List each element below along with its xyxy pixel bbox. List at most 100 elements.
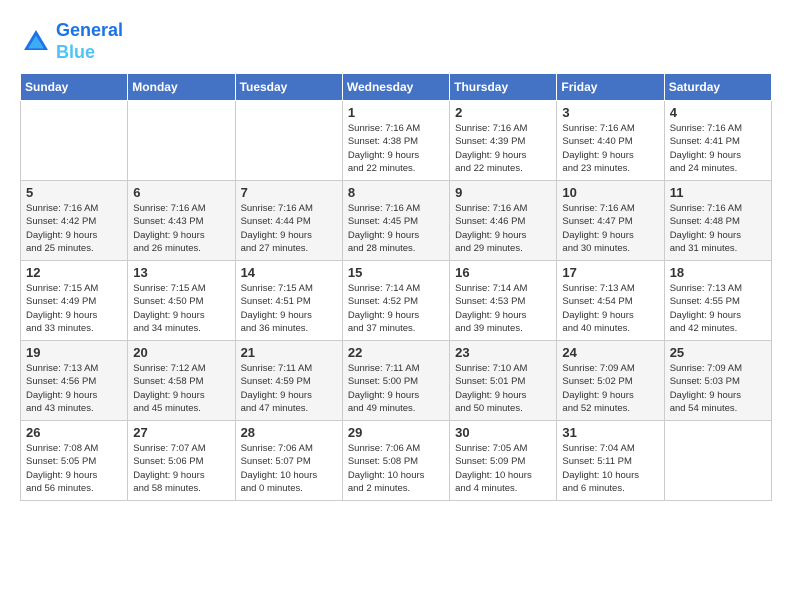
day-number: 31 — [562, 425, 658, 440]
calendar-cell: 11Sunrise: 7:16 AM Sunset: 4:48 PM Dayli… — [664, 181, 771, 261]
day-number: 2 — [455, 105, 551, 120]
day-info: Sunrise: 7:16 AM Sunset: 4:39 PM Dayligh… — [455, 122, 551, 175]
day-info: Sunrise: 7:16 AM Sunset: 4:42 PM Dayligh… — [26, 202, 122, 255]
day-number: 9 — [455, 185, 551, 200]
day-number: 6 — [133, 185, 229, 200]
calendar-cell — [21, 101, 128, 181]
calendar-cell — [128, 101, 235, 181]
column-header-thursday: Thursday — [450, 74, 557, 101]
calendar-cell: 16Sunrise: 7:14 AM Sunset: 4:53 PM Dayli… — [450, 261, 557, 341]
day-number: 24 — [562, 345, 658, 360]
day-info: Sunrise: 7:06 AM Sunset: 5:08 PM Dayligh… — [348, 442, 444, 495]
day-info: Sunrise: 7:13 AM Sunset: 4:54 PM Dayligh… — [562, 282, 658, 335]
calendar-cell: 9 Sunrise: 7:16 AM Sunset: 4:46 PM Daylig… — [450, 181, 557, 261]
calendar-cell: 29 Sunrise: 7:06 AM Sunset: 5:08 PM Dayli… — [342, 421, 449, 501]
page-header: General Blue — [20, 20, 772, 63]
calendar-cell: 22 Sunrise: 7:11 AM Sunset: 5:00 PM Dayli… — [342, 341, 449, 421]
day-number: 26 — [26, 425, 122, 440]
day-info: Sunrise: 7:16 AM Sunset: 4:48 PM Dayligh… — [670, 202, 766, 255]
logo-icon — [20, 26, 52, 58]
day-info: Sunrise: 7:04 AM Sunset: 5:11 PM Dayligh… — [562, 442, 658, 495]
column-header-sunday: Sunday — [21, 74, 128, 101]
day-number: 17 — [562, 265, 658, 280]
column-header-tuesday: Tuesday — [235, 74, 342, 101]
day-number: 30 — [455, 425, 551, 440]
day-number: 25 — [670, 345, 766, 360]
calendar-cell: 28 Sunrise: 7:06 AM Sunset: 5:07 PM Dayli… — [235, 421, 342, 501]
day-info: Sunrise: 7:15 AM Sunset: 4:51 PM Dayligh… — [241, 282, 337, 335]
day-number: 27 — [133, 425, 229, 440]
logo-text: General Blue — [56, 20, 123, 63]
calendar-cell: 17 Sunrise: 7:13 AM Sunset: 4:54 PM Dayli… — [557, 261, 664, 341]
day-info: Sunrise: 7:15 AM Sunset: 4:49 PM Dayligh… — [26, 282, 122, 335]
day-number: 13 — [133, 265, 229, 280]
day-number: 15 — [348, 265, 444, 280]
day-number: 23 — [455, 345, 551, 360]
calendar-cell: 20 Sunrise: 7:12 AM Sunset: 4:58 PM Dayli… — [128, 341, 235, 421]
calendar-cell: 18Sunrise: 7:13 AM Sunset: 4:55 PM Dayli… — [664, 261, 771, 341]
day-number: 8 — [348, 185, 444, 200]
calendar-cell: 1Sunrise: 7:16 AM Sunset: 4:38 PM Daylig… — [342, 101, 449, 181]
calendar-cell: 23 Sunrise: 7:10 AM Sunset: 5:01 PM Dayli… — [450, 341, 557, 421]
calendar-cell: 27Sunrise: 7:07 AM Sunset: 5:06 PM Dayli… — [128, 421, 235, 501]
day-info: Sunrise: 7:16 AM Sunset: 4:44 PM Dayligh… — [241, 202, 337, 255]
calendar-week-row: 19 Sunrise: 7:13 AM Sunset: 4:56 PM Dayli… — [21, 341, 772, 421]
calendar-cell — [664, 421, 771, 501]
day-info: Sunrise: 7:12 AM Sunset: 4:58 PM Dayligh… — [133, 362, 229, 415]
day-info: Sunrise: 7:09 AM Sunset: 5:02 PM Dayligh… — [562, 362, 658, 415]
day-info: Sunrise: 7:14 AM Sunset: 4:53 PM Dayligh… — [455, 282, 551, 335]
column-header-saturday: Saturday — [664, 74, 771, 101]
calendar-week-row: 5 Sunrise: 7:16 AM Sunset: 4:42 PM Daylig… — [21, 181, 772, 261]
calendar-cell: 6Sunrise: 7:16 AM Sunset: 4:43 PM Daylig… — [128, 181, 235, 261]
day-number: 19 — [26, 345, 122, 360]
calendar-header-row: SundayMondayTuesdayWednesdayThursdayFrid… — [21, 74, 772, 101]
day-number: 28 — [241, 425, 337, 440]
calendar-cell: 12Sunrise: 7:15 AM Sunset: 4:49 PM Dayli… — [21, 261, 128, 341]
calendar-cell: 26 Sunrise: 7:08 AM Sunset: 5:05 PM Dayli… — [21, 421, 128, 501]
calendar-cell — [235, 101, 342, 181]
calendar-cell: 14 Sunrise: 7:15 AM Sunset: 4:51 PM Dayli… — [235, 261, 342, 341]
day-info: Sunrise: 7:11 AM Sunset: 5:00 PM Dayligh… — [348, 362, 444, 415]
day-number: 29 — [348, 425, 444, 440]
calendar-cell: 3 Sunrise: 7:16 AM Sunset: 4:40 PM Daylig… — [557, 101, 664, 181]
column-header-friday: Friday — [557, 74, 664, 101]
day-info: Sunrise: 7:16 AM Sunset: 4:47 PM Dayligh… — [562, 202, 658, 255]
day-number: 18 — [670, 265, 766, 280]
day-number: 5 — [26, 185, 122, 200]
day-number: 3 — [562, 105, 658, 120]
day-info: Sunrise: 7:11 AM Sunset: 4:59 PM Dayligh… — [241, 362, 337, 415]
day-info: Sunrise: 7:16 AM Sunset: 4:40 PM Dayligh… — [562, 122, 658, 175]
day-info: Sunrise: 7:08 AM Sunset: 5:05 PM Dayligh… — [26, 442, 122, 495]
day-number: 4 — [670, 105, 766, 120]
day-info: Sunrise: 7:16 AM Sunset: 4:45 PM Dayligh… — [348, 202, 444, 255]
day-info: Sunrise: 7:13 AM Sunset: 4:56 PM Dayligh… — [26, 362, 122, 415]
day-number: 1 — [348, 105, 444, 120]
day-number: 20 — [133, 345, 229, 360]
calendar-cell: 30 Sunrise: 7:05 AM Sunset: 5:09 PM Dayli… — [450, 421, 557, 501]
calendar-cell: 25 Sunrise: 7:09 AM Sunset: 5:03 PM Dayli… — [664, 341, 771, 421]
calendar-cell: 19 Sunrise: 7:13 AM Sunset: 4:56 PM Dayli… — [21, 341, 128, 421]
calendar-table: SundayMondayTuesdayWednesdayThursdayFrid… — [20, 73, 772, 501]
calendar-cell: 31 Sunrise: 7:04 AM Sunset: 5:11 PM Dayli… — [557, 421, 664, 501]
day-info: Sunrise: 7:16 AM Sunset: 4:46 PM Dayligh… — [455, 202, 551, 255]
column-header-monday: Monday — [128, 74, 235, 101]
day-number: 22 — [348, 345, 444, 360]
day-info: Sunrise: 7:10 AM Sunset: 5:01 PM Dayligh… — [455, 362, 551, 415]
calendar-cell: 5 Sunrise: 7:16 AM Sunset: 4:42 PM Daylig… — [21, 181, 128, 261]
column-header-wednesday: Wednesday — [342, 74, 449, 101]
calendar-cell: 13Sunrise: 7:15 AM Sunset: 4:50 PM Dayli… — [128, 261, 235, 341]
day-info: Sunrise: 7:14 AM Sunset: 4:52 PM Dayligh… — [348, 282, 444, 335]
day-info: Sunrise: 7:09 AM Sunset: 5:03 PM Dayligh… — [670, 362, 766, 415]
day-number: 21 — [241, 345, 337, 360]
day-info: Sunrise: 7:16 AM Sunset: 4:41 PM Dayligh… — [670, 122, 766, 175]
calendar-cell: 8 Sunrise: 7:16 AM Sunset: 4:45 PM Daylig… — [342, 181, 449, 261]
day-number: 14 — [241, 265, 337, 280]
day-info: Sunrise: 7:05 AM Sunset: 5:09 PM Dayligh… — [455, 442, 551, 495]
calendar-week-row: 1Sunrise: 7:16 AM Sunset: 4:38 PM Daylig… — [21, 101, 772, 181]
day-info: Sunrise: 7:06 AM Sunset: 5:07 PM Dayligh… — [241, 442, 337, 495]
calendar-cell: 2 Sunrise: 7:16 AM Sunset: 4:39 PM Daylig… — [450, 101, 557, 181]
calendar-week-row: 12Sunrise: 7:15 AM Sunset: 4:49 PM Dayli… — [21, 261, 772, 341]
calendar-week-row: 26 Sunrise: 7:08 AM Sunset: 5:05 PM Dayli… — [21, 421, 772, 501]
day-number: 7 — [241, 185, 337, 200]
calendar-cell: 15 Sunrise: 7:14 AM Sunset: 4:52 PM Dayli… — [342, 261, 449, 341]
